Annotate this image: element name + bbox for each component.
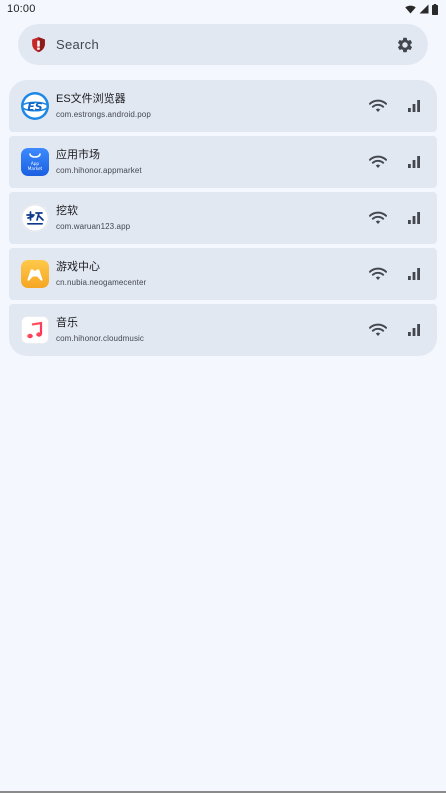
svg-text:Market: Market bbox=[28, 166, 43, 171]
wifi-icon[interactable] bbox=[369, 209, 387, 227]
app-name: 游戏中心 bbox=[56, 261, 100, 273]
shield-icon bbox=[30, 36, 47, 53]
battery-status-icon bbox=[432, 3, 438, 15]
app-item-music[interactable]: 音乐 com.hihonor.cloudmusic bbox=[9, 304, 437, 356]
wifi-icon[interactable] bbox=[369, 265, 387, 283]
app-text: ES文件浏览器 com.estrongs.android.pop bbox=[56, 92, 369, 120]
app-item-app-market[interactable]: App Market 应用市场 com.hihonor.appmarket bbox=[9, 136, 437, 188]
app-package: com.hihonor.appmarket bbox=[56, 166, 142, 175]
app-package: com.hihonor.cloudmusic bbox=[56, 334, 145, 343]
music-icon bbox=[21, 316, 49, 344]
cellular-status-icon bbox=[419, 4, 429, 14]
search-bar[interactable]: Search bbox=[18, 24, 428, 65]
cellular-data-icon[interactable] bbox=[405, 153, 423, 171]
app-name: ES文件浏览器 bbox=[56, 93, 126, 105]
app-package: com.waruan123.app bbox=[56, 222, 131, 231]
app-item-es-file-explorer[interactable]: ES ES文件浏览器 com.estrongs.android.pop bbox=[9, 80, 437, 132]
es-file-explorer-icon: ES bbox=[21, 92, 49, 120]
app-name: 挖软 bbox=[56, 205, 78, 217]
app-actions bbox=[369, 97, 423, 115]
cellular-data-icon[interactable] bbox=[405, 97, 423, 115]
app-market-icon: App Market bbox=[21, 148, 49, 176]
app-text: 挖软 com.waruan123.app bbox=[56, 204, 369, 232]
app-text: 应用市场 com.hihonor.appmarket bbox=[56, 148, 369, 176]
app-name: 音乐 bbox=[56, 317, 78, 329]
app-text: 音乐 com.hihonor.cloudmusic bbox=[56, 316, 369, 344]
cellular-data-icon[interactable] bbox=[405, 265, 423, 283]
status-bar: 10:00 bbox=[0, 0, 446, 18]
app-item-game-center[interactable]: 游戏中心 cn.nubia.neogamecenter bbox=[9, 248, 437, 300]
gear-icon[interactable] bbox=[396, 36, 414, 54]
search-input[interactable]: Search bbox=[56, 37, 396, 52]
app-package: cn.nubia.neogamecenter bbox=[56, 278, 147, 287]
wifi-icon[interactable] bbox=[369, 97, 387, 115]
game-center-icon bbox=[21, 260, 49, 288]
app-package: com.estrongs.android.pop bbox=[56, 110, 151, 119]
wifi-status-icon bbox=[405, 5, 416, 14]
status-time: 10:00 bbox=[7, 3, 36, 15]
app-actions bbox=[369, 153, 423, 171]
cellular-data-icon[interactable] bbox=[405, 209, 423, 227]
app-actions bbox=[369, 209, 423, 227]
app-actions bbox=[369, 265, 423, 283]
wifi-icon[interactable] bbox=[369, 153, 387, 171]
wifi-icon[interactable] bbox=[369, 321, 387, 339]
waruan-icon bbox=[21, 204, 49, 232]
app-item-waruan[interactable]: 挖软 com.waruan123.app bbox=[9, 192, 437, 244]
app-actions bbox=[369, 321, 423, 339]
app-list: ES ES文件浏览器 com.estrongs.android.pop App … bbox=[9, 80, 437, 356]
app-name: 应用市场 bbox=[56, 149, 100, 161]
cellular-data-icon[interactable] bbox=[405, 321, 423, 339]
status-icons bbox=[405, 3, 438, 15]
svg-text:ES: ES bbox=[27, 101, 43, 114]
app-text: 游戏中心 cn.nubia.neogamecenter bbox=[56, 260, 369, 288]
